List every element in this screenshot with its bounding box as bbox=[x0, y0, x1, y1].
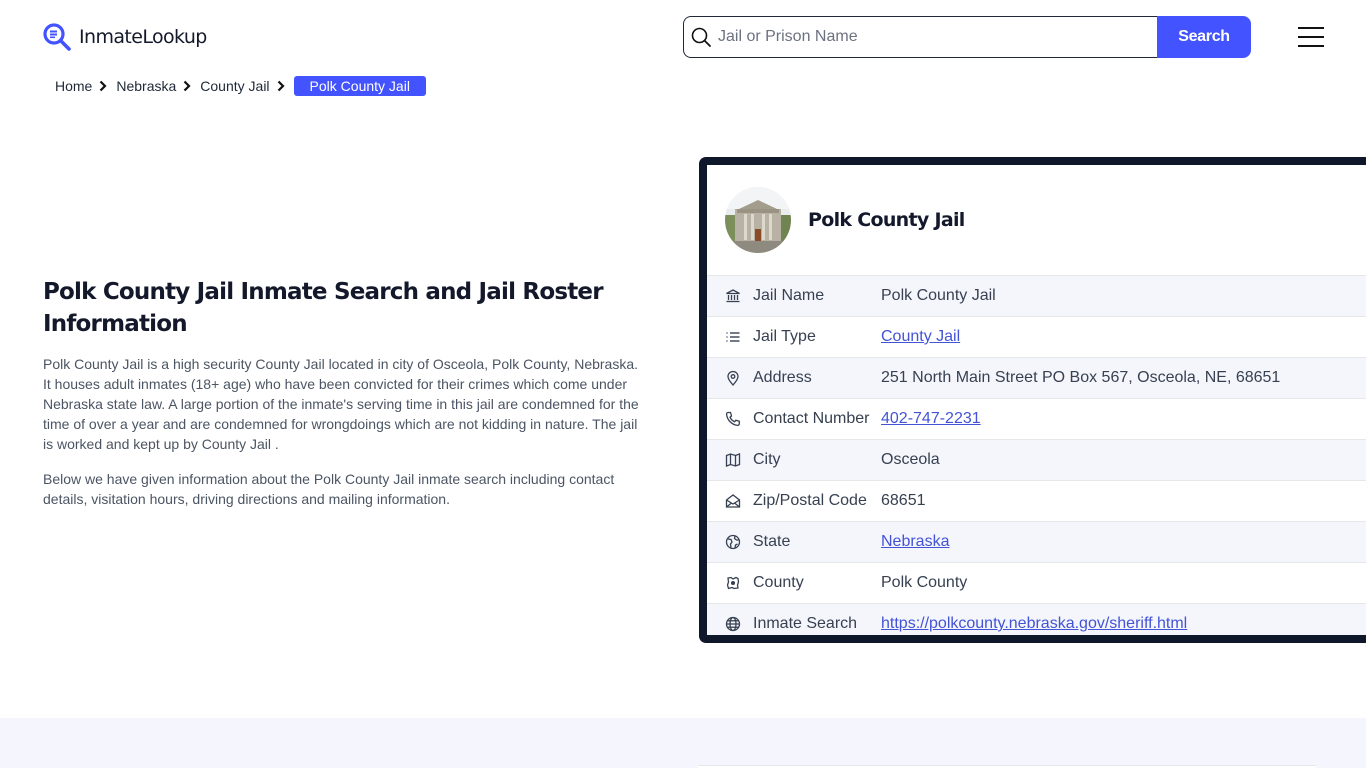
row-value: Polk County Jail bbox=[881, 287, 996, 304]
jail-type-link[interactable]: County Jail bbox=[881, 328, 960, 345]
info-row-address: Address 251 North Main Street PO Box 567… bbox=[707, 357, 1366, 398]
map-icon bbox=[724, 451, 742, 469]
page-title: Polk County Jail Inmate Search and Jail … bbox=[43, 279, 604, 337]
bank-icon bbox=[724, 287, 742, 305]
menu-bar bbox=[1298, 45, 1324, 47]
menu-bar bbox=[1298, 27, 1324, 29]
county-map-icon bbox=[724, 574, 742, 592]
logo-text: InmateLookup bbox=[79, 26, 207, 48]
intro-text: Polk County Jail is a high security Coun… bbox=[43, 354, 643, 509]
logo-magnifier-icon bbox=[42, 22, 72, 52]
globe-state-icon bbox=[724, 533, 742, 551]
search-form: Search bbox=[683, 16, 1251, 58]
jail-avatar-image bbox=[725, 187, 791, 253]
row-label: Address bbox=[753, 369, 812, 386]
row-value: 68651 bbox=[881, 492, 926, 509]
info-row-jail-name: Jail Name Polk County Jail bbox=[707, 275, 1366, 316]
breadcrumb-county-jail[interactable]: County Jail bbox=[200, 78, 269, 94]
row-label: City bbox=[753, 451, 781, 468]
card-title: Polk County Jail bbox=[808, 209, 965, 231]
search-icon bbox=[691, 27, 711, 47]
mail-open-icon bbox=[724, 492, 742, 510]
row-label: Jail Name bbox=[753, 287, 825, 304]
menu-bar bbox=[1298, 36, 1324, 38]
breadcrumb-nebraska[interactable]: Nebraska bbox=[116, 78, 176, 94]
search-box bbox=[683, 16, 1157, 58]
info-table: Jail Name Polk County Jail Jail Type Cou… bbox=[707, 275, 1366, 635]
intro-paragraph: Polk County Jail is a high security Coun… bbox=[43, 356, 639, 452]
info-row-zip: Zip/Postal Code 68651 bbox=[707, 480, 1366, 521]
info-row-state: State Nebraska bbox=[707, 521, 1366, 562]
info-row-contact-number: Contact Number 402-747-2231 bbox=[707, 398, 1366, 439]
info-row-city: City Osceola bbox=[707, 439, 1366, 480]
row-label: Inmate Search bbox=[753, 615, 858, 632]
breadcrumb-home[interactable]: Home bbox=[55, 78, 92, 94]
list-icon bbox=[724, 328, 742, 346]
chevron-right-icon bbox=[99, 80, 107, 92]
jail-info-card: Polk County Jail Jail Name Polk County J… bbox=[699, 157, 1366, 643]
map-pin-icon bbox=[724, 369, 742, 387]
row-value: Polk County bbox=[881, 574, 968, 591]
row-value: Osceola bbox=[881, 451, 940, 468]
row-label: Jail Type bbox=[753, 328, 816, 345]
search-input[interactable] bbox=[718, 28, 1157, 46]
chevron-right-icon bbox=[277, 80, 285, 92]
info-row-county: County Polk County bbox=[707, 562, 1366, 603]
row-value: 251 North Main Street PO Box 567, Osceol… bbox=[881, 369, 1281, 386]
row-label: Contact Number bbox=[753, 410, 870, 427]
chevron-right-icon bbox=[183, 80, 191, 92]
intro-paragraph: Below we have given information about th… bbox=[43, 471, 615, 507]
info-row-jail-type: Jail Type County Jail bbox=[707, 316, 1366, 357]
row-label: County bbox=[753, 574, 804, 591]
state-link[interactable]: Nebraska bbox=[881, 533, 949, 550]
phone-icon bbox=[724, 410, 742, 428]
breadcrumb-current: Polk County Jail bbox=[293, 76, 426, 96]
row-label: State bbox=[753, 533, 791, 550]
hamburger-menu-icon[interactable] bbox=[1298, 27, 1324, 47]
globe-icon bbox=[724, 615, 742, 633]
inmate-search-link[interactable]: https://polkcounty.nebraska.gov/sheriff.… bbox=[881, 615, 1187, 632]
next-section-background bbox=[0, 718, 1366, 768]
phone-link[interactable]: 402-747-2231 bbox=[881, 410, 981, 427]
logo-link[interactable]: InmateLookup bbox=[42, 22, 207, 52]
search-button[interactable]: Search bbox=[1157, 16, 1251, 58]
card-header: Polk County Jail bbox=[707, 165, 1366, 275]
breadcrumb: Home Nebraska County Jail Polk County Ja… bbox=[55, 76, 426, 96]
info-row-inmate-search: Inmate Search https://polkcounty.nebrask… bbox=[707, 603, 1366, 635]
row-label: Zip/Postal Code bbox=[753, 492, 867, 509]
